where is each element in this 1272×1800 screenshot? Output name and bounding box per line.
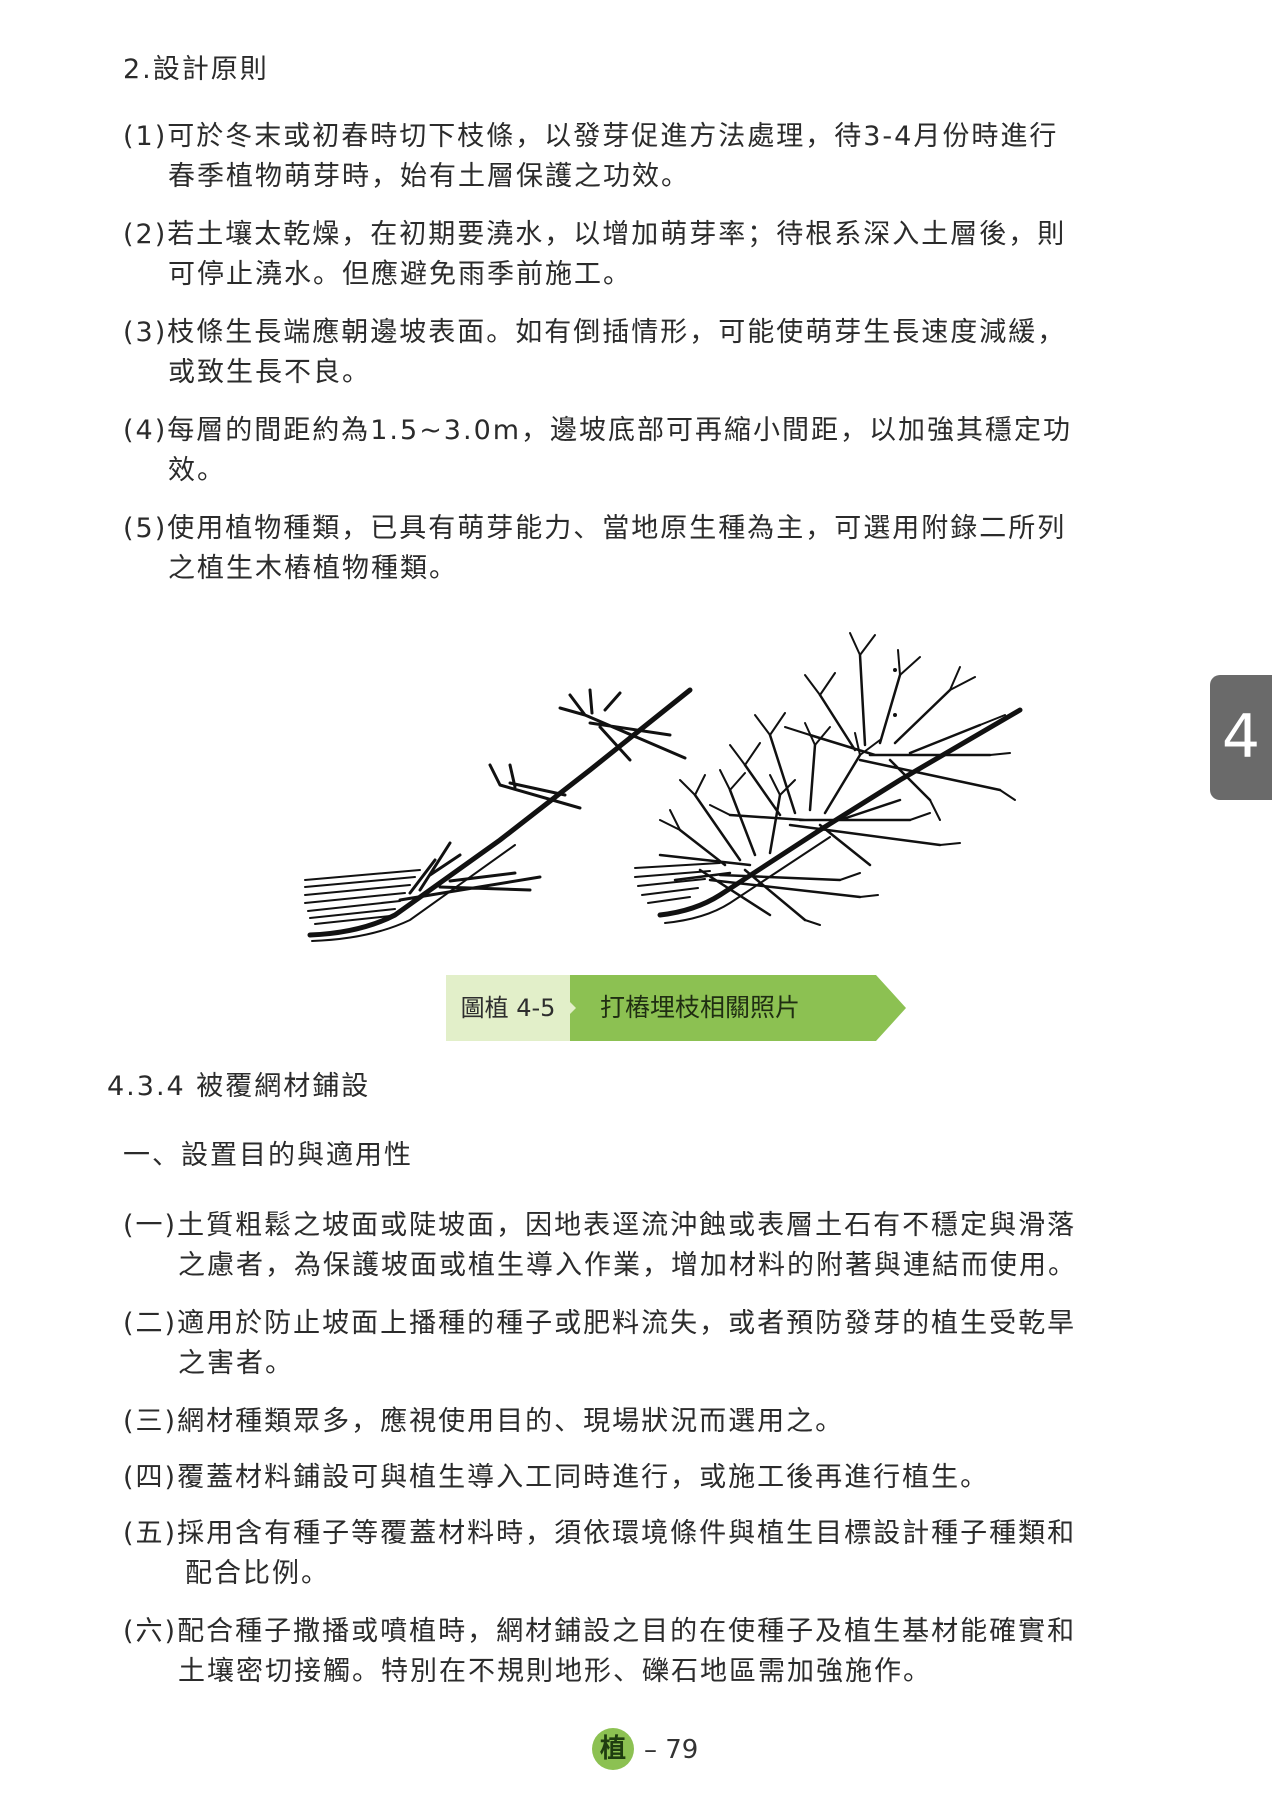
branch-layering-illustration bbox=[304, 632, 1023, 942]
item-text-line2: 春季植物萌芽時，始有土層保護之功效。 bbox=[168, 161, 690, 192]
item-number: (三) bbox=[123, 1406, 178, 1437]
item-text-line2: 之害者。 bbox=[178, 1348, 294, 1379]
item-number: (二) bbox=[123, 1308, 178, 1339]
item-text-line2: 之植生木樁植物種類。 bbox=[168, 553, 458, 584]
item-text-line1: 土質粗鬆之坡面或陡坡面，因地表逕流沖蝕或表層土石有不穩定與滑落 bbox=[177, 1210, 1077, 1241]
list-item: (2)若土壤太乾燥，在初期要澆水，以增加萌芽率；待根系深入土層後，則 可停止澆水… bbox=[123, 215, 1066, 295]
item-number: (2) bbox=[123, 219, 168, 250]
item-text-line2: 土壤密切接觸。特別在不規則地形、礫石地區需加強施作。 bbox=[178, 1656, 932, 1687]
footer-badge: 植 bbox=[592, 1728, 634, 1770]
item-text-line1: 適用於防止坡面上播種的種子或肥料流失，或者預防發芽的植生受乾旱 bbox=[177, 1308, 1077, 1339]
item-number: (1) bbox=[123, 121, 168, 152]
item-text-line1: 採用含有種子等覆蓋材料時，須依環境條件與植生目標設計種子種類和 bbox=[177, 1518, 1077, 1549]
page-number: – 79 bbox=[644, 1735, 699, 1765]
item-number: (3) bbox=[123, 317, 168, 348]
figure-label: 圖植 4-5 bbox=[446, 975, 570, 1041]
subsection-heading-purpose: 一、設置目的與適用性 bbox=[123, 1140, 413, 1171]
item-text-line2: 可停止澆水。但應避免雨季前施工。 bbox=[168, 259, 632, 290]
item-text-line2: 效。 bbox=[168, 455, 226, 486]
page-footer: 植 – 79 bbox=[592, 1728, 712, 1772]
item-number: (六) bbox=[123, 1616, 178, 1647]
figure-title: 打樁埋枝相關照片 bbox=[600, 993, 801, 1022]
item-number: (5) bbox=[123, 513, 168, 544]
item-number: (一) bbox=[123, 1210, 178, 1241]
section-heading-net-covering: 4.3.4 被覆網材鋪設 bbox=[107, 1071, 371, 1102]
list-item: (一)土質粗鬆之坡面或陡坡面，因地表逕流沖蝕或表層土石有不穩定與滑落 之慮者，為… bbox=[123, 1206, 1077, 1286]
item-text-line1: 若土壤太乾燥，在初期要澆水，以增加萌芽率；待根系深入土層後，則 bbox=[167, 219, 1067, 250]
list-item: (1)可於冬末或初春時切下枝條，以發芽促進方法處理，待3-4月份時進行 春季植物… bbox=[123, 117, 1058, 197]
section-heading-design-principles: 2.設計原則 bbox=[123, 54, 269, 85]
chapter-tab[interactable]: 4 bbox=[1210, 675, 1272, 800]
item-text-line1: 覆蓋材料鋪設可與植生導入工同時進行，或施工後再進行植生。 bbox=[177, 1462, 990, 1493]
list-item: (五)採用含有種子等覆蓋材料時，須依環境條件與植生目標設計種子種類和 配合比例。 bbox=[123, 1514, 1076, 1594]
item-number: (4) bbox=[123, 415, 168, 446]
item-number: (五) bbox=[123, 1518, 178, 1549]
item-text-line1: 使用植物種類，已具有萌芽能力、當地原生種為主，可選用附錄二所列 bbox=[167, 513, 1067, 544]
list-item: (5)使用植物種類，已具有萌芽能力、當地原生種為主，可選用附錄二所列 之植生木樁… bbox=[123, 509, 1066, 589]
item-number: (四) bbox=[123, 1462, 178, 1493]
list-item: (3)枝條生長端應朝邊坡表面。如有倒插情形，可能使萌芽生長速度減緩， 或致生長不… bbox=[123, 313, 1066, 393]
item-text-line1: 枝條生長端應朝邊坡表面。如有倒插情形，可能使萌芽生長速度減緩， bbox=[167, 317, 1067, 348]
item-text-line1: 網材種類眾多，應視使用目的、現場狀況而選用之。 bbox=[177, 1406, 845, 1437]
item-text-line1: 每層的間距約為1.5~3.0m，邊坡底部可再縮小間距，以加強其穩定功 bbox=[167, 415, 1073, 446]
item-text-line1: 配合種子撒播或噴植時，網材鋪設之目的在使種子及植生基材能確實和 bbox=[177, 1616, 1077, 1647]
list-item: (二)適用於防止坡面上播種的種子或肥料流失，或者預防發芽的植生受乾旱 之害者。 bbox=[123, 1304, 1076, 1384]
list-item: (四)覆蓋材料鋪設可與植生導入工同時進行，或施工後再進行植生。 bbox=[123, 1458, 989, 1498]
item-text-line1: 可於冬末或初春時切下枝條，以發芽促進方法處理，待3-4月份時進行 bbox=[167, 121, 1059, 152]
list-item: (4)每層的間距約為1.5~3.0m，邊坡底部可再縮小間距，以加強其穩定功 效。 bbox=[123, 411, 1072, 491]
list-item: (六)配合種子撒播或噴植時，網材鋪設之目的在使種子及植生基材能確實和 土壤密切接… bbox=[123, 1612, 1076, 1692]
item-text-line2: 之慮者，為保護坡面或植生導入作業，增加材料的附著與連結而使用。 bbox=[178, 1250, 1077, 1281]
figure-caption: 圖植 4-5 打樁埋枝相關照片 bbox=[446, 975, 906, 1041]
list-item: (三)網材種類眾多，應視使用目的、現場狀況而選用之。 bbox=[123, 1402, 844, 1442]
item-text-line2: 或致生長不良。 bbox=[168, 357, 371, 388]
item-text-line2: 配合比例。 bbox=[185, 1558, 330, 1589]
